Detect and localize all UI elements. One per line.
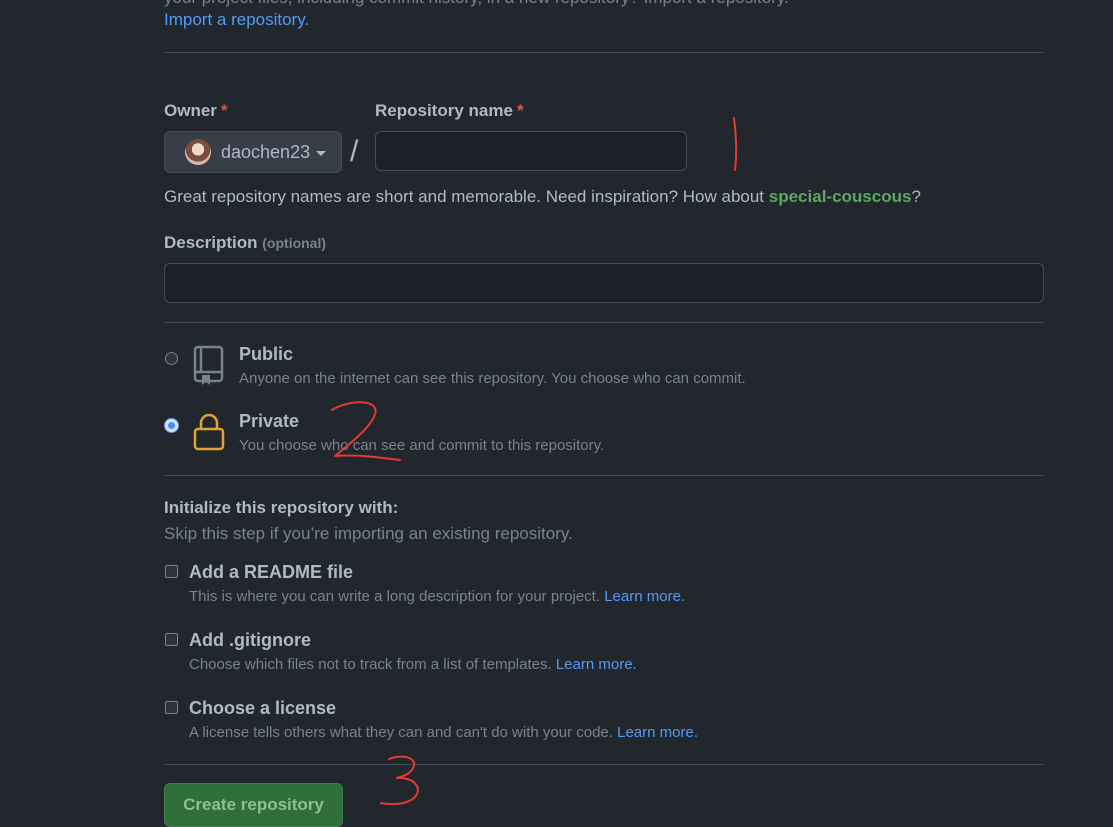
annotation-mark-3 (380, 755, 419, 806)
license-checkbox[interactable] (165, 701, 178, 714)
public-option-title: Public (239, 344, 294, 364)
create-repository-button[interactable]: Create repository (164, 783, 343, 827)
avatar (185, 139, 211, 165)
divider (164, 52, 1044, 53)
description-input[interactable] (164, 263, 1044, 303)
gitignore-checkbox[interactable] (165, 633, 178, 646)
divider (164, 764, 1044, 765)
annotation-mark-2 (331, 401, 401, 461)
owner-repo-separator: / (350, 135, 359, 168)
license-title: Choose a license (189, 698, 337, 718)
gitignore-desc: Choose which files not to track from a l… (189, 656, 637, 673)
initialize-subtitle: Skip this step if you’re importing an ex… (164, 524, 573, 543)
owner-name: daochen23 (221, 141, 311, 162)
license-desc: A license tells others what they can and… (189, 724, 698, 741)
repository-name-input[interactable] (375, 131, 687, 171)
readme-checkbox[interactable] (165, 565, 178, 578)
readme-learn-more-link[interactable]: Learn more. (604, 588, 685, 605)
name-suggestion-link[interactable]: special-couscous (769, 187, 912, 206)
lock-icon (193, 413, 225, 451)
owner-select-button[interactable]: daochen23 (164, 131, 342, 173)
caret-down-icon (316, 150, 327, 156)
license-learn-more-link[interactable]: Learn more. (617, 724, 698, 741)
import-repository-link[interactable]: Import a repository. (164, 10, 309, 30)
divider (164, 475, 1044, 476)
description-label: Description (optional) (164, 233, 327, 252)
gitignore-title: Add .gitignore (189, 630, 311, 650)
repository-name-label: Repository name * (375, 101, 524, 120)
private-radio[interactable] (165, 419, 178, 432)
annotation-mark-1 (733, 117, 738, 171)
gitignore-learn-more-link[interactable]: Learn more. (556, 656, 637, 673)
intro-text: your project files, including commit his… (164, 0, 789, 8)
private-option-title: Private (239, 411, 300, 431)
readme-title: Add a README file (189, 562, 354, 582)
owner-label: Owner * (164, 101, 228, 120)
public-option-desc: Anyone on the internet can see this repo… (239, 370, 746, 387)
repo-icon (193, 345, 224, 385)
readme-desc: This is where you can write a long descr… (189, 588, 686, 605)
divider (164, 322, 1044, 323)
private-option-desc: You choose who can see and commit to thi… (239, 437, 605, 454)
public-radio[interactable] (165, 352, 178, 365)
initialize-title: Initialize this repository with: (164, 498, 399, 517)
repository-name-hint: Great repository names are short and mem… (164, 187, 921, 206)
